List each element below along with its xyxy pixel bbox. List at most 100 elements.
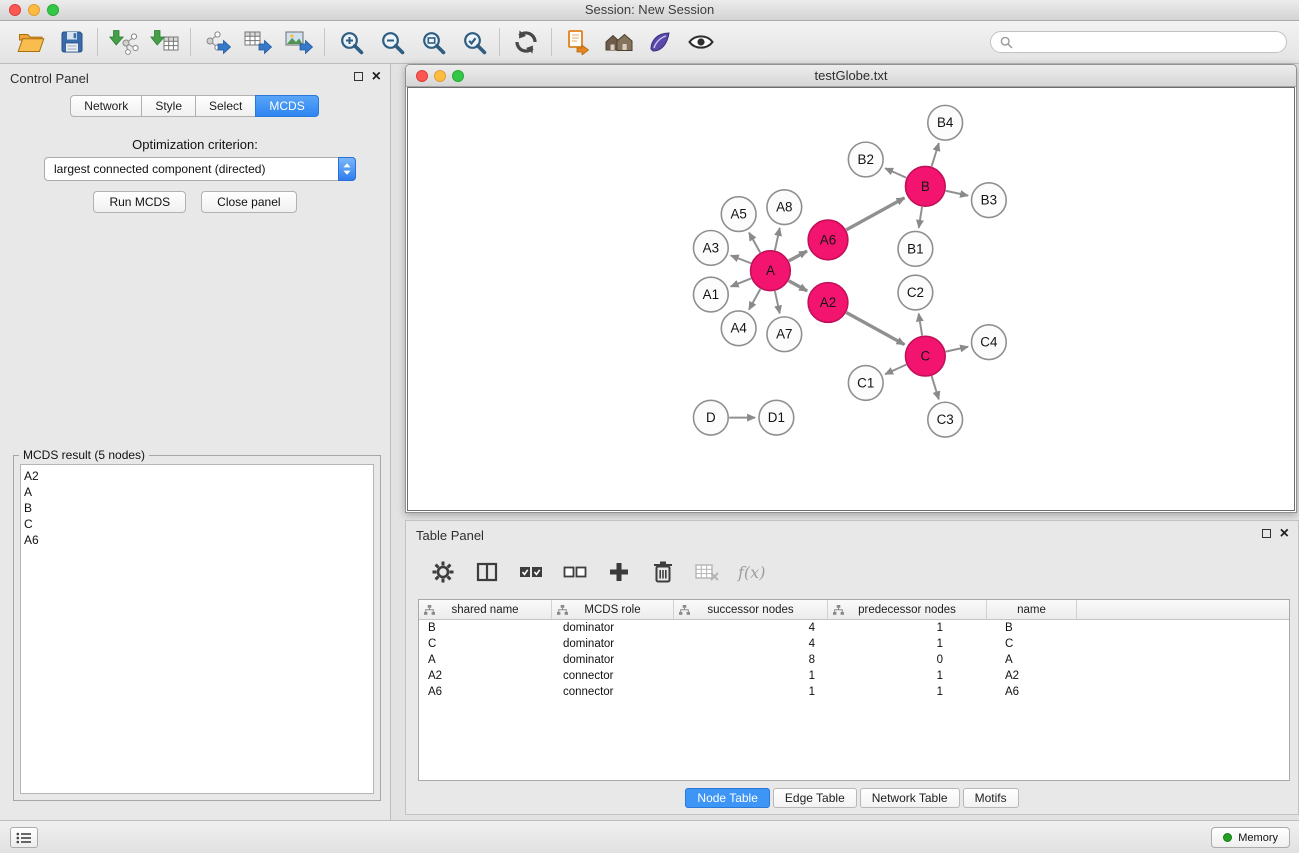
close-panel-icon[interactable]: ×	[372, 71, 381, 82]
style-button[interactable]	[639, 24, 680, 60]
network-node-C3[interactable]: C3	[928, 402, 963, 437]
tab-network[interactable]: Network	[70, 95, 142, 117]
node-table[interactable]: shared name MCDS role	[418, 599, 1290, 781]
tab-motifs[interactable]: Motifs	[963, 788, 1019, 808]
task-history-button[interactable]	[10, 827, 38, 848]
network-edge-A-A6[interactable]	[789, 251, 807, 261]
network-node-C2[interactable]: C2	[898, 275, 933, 310]
network-edge-B-B2[interactable]	[885, 168, 906, 178]
memory-button[interactable]: Memory	[1211, 827, 1290, 848]
network-edge-B-B3[interactable]	[946, 191, 968, 196]
network-node-D1[interactable]: D1	[759, 400, 794, 435]
network-edge-A-A7[interactable]	[775, 291, 780, 313]
column-header-mcds-role[interactable]: MCDS role	[552, 600, 674, 619]
network-node-D[interactable]: D	[693, 400, 728, 435]
function-builder-button[interactable]: f(x)	[738, 559, 765, 585]
tab-select[interactable]: Select	[195, 95, 256, 117]
mcds-result-list[interactable]: A2ABCA6	[20, 464, 374, 794]
mcds-result-item[interactable]: B	[21, 500, 373, 516]
close-panel-button[interactable]: Close panel	[201, 191, 296, 213]
network-node-C1[interactable]: C1	[848, 366, 883, 401]
column-header-successor-nodes[interactable]: successor nodes	[674, 600, 828, 619]
network-node-C[interactable]: C	[905, 336, 945, 376]
network-close-button[interactable]	[416, 70, 428, 82]
table-row[interactable]: Bdominator41B	[419, 620, 1289, 636]
column-header-shared-name[interactable]: shared name	[419, 600, 552, 619]
home-button[interactable]	[598, 24, 639, 60]
network-node-A2[interactable]: A2	[808, 283, 848, 323]
tab-style[interactable]: Style	[141, 95, 196, 117]
network-edge-A-A5[interactable]	[749, 233, 760, 253]
search-box[interactable]	[990, 31, 1287, 53]
add-column-button[interactable]	[606, 559, 632, 585]
delete-column-button[interactable]	[650, 559, 676, 585]
table-settings-button[interactable]	[430, 559, 456, 585]
network-edge-A-A4[interactable]	[749, 289, 760, 310]
column-header-name[interactable]: name	[987, 600, 1077, 619]
save-session-button[interactable]	[51, 24, 92, 60]
mcds-result-item[interactable]: A2	[21, 468, 373, 484]
show-graphics-button[interactable]	[680, 24, 721, 60]
export-image-button[interactable]	[278, 24, 319, 60]
tab-node-table[interactable]: Node Table	[685, 788, 770, 808]
tab-mcds[interactable]: MCDS	[255, 95, 318, 117]
network-node-A6[interactable]: A6	[808, 220, 848, 260]
column-header-predecessor-nodes[interactable]: predecessor nodes	[828, 600, 987, 619]
mcds-result-item[interactable]: A	[21, 484, 373, 500]
optimization-criterion-select[interactable]: largest connected component (directed)	[44, 157, 356, 181]
network-node-A4[interactable]: A4	[721, 311, 756, 346]
run-mcds-button[interactable]: Run MCDS	[93, 191, 186, 213]
close-window-button[interactable]	[9, 4, 21, 16]
export-table-button[interactable]	[237, 24, 278, 60]
network-edge-A-A2[interactable]	[789, 281, 807, 291]
network-window-titlebar[interactable]: testGlobe.txt	[406, 65, 1296, 87]
network-node-C4[interactable]: C4	[971, 325, 1006, 360]
network-node-A3[interactable]: A3	[693, 230, 728, 265]
network-edge-C-C1[interactable]	[885, 365, 906, 375]
network-node-A7[interactable]: A7	[767, 317, 802, 352]
network-edge-A-A3[interactable]	[731, 256, 751, 264]
network-node-B3[interactable]: B3	[971, 183, 1006, 218]
network-minimize-button[interactable]	[434, 70, 446, 82]
network-edge-A2-C[interactable]	[846, 313, 904, 345]
select-all-columns-button[interactable]	[518, 559, 544, 585]
network-node-A5[interactable]: A5	[721, 197, 756, 232]
first-neighbors-button[interactable]	[557, 24, 598, 60]
network-graph[interactable]: AA1A2A3A4A5A6A7A8BB1B2B3B4CC1C2C3C4DD1	[408, 88, 1294, 510]
network-edge-A-A1[interactable]	[731, 278, 751, 286]
mcds-result-item[interactable]: C	[21, 516, 373, 532]
open-session-button[interactable]	[10, 24, 51, 60]
float-panel-icon[interactable]	[354, 72, 363, 81]
network-node-B1[interactable]: B1	[898, 231, 933, 266]
network-canvas[interactable]: AA1A2A3A4A5A6A7A8BB1B2B3B4CC1C2C3C4DD1	[407, 87, 1295, 511]
network-edge-C-C3[interactable]	[932, 376, 939, 399]
network-node-A[interactable]: A	[751, 251, 791, 291]
network-edge-A-A8[interactable]	[775, 228, 780, 250]
network-edge-A6-B[interactable]	[846, 198, 904, 230]
zoom-out-button[interactable]	[371, 24, 412, 60]
network-edge-C-C4[interactable]	[946, 347, 968, 352]
zoom-selected-button[interactable]	[453, 24, 494, 60]
tab-edge-table[interactable]: Edge Table	[773, 788, 857, 808]
table-row[interactable]: A2connector11A2	[419, 668, 1289, 684]
zoom-fit-button[interactable]	[412, 24, 453, 60]
export-network-button[interactable]	[196, 24, 237, 60]
network-zoom-button[interactable]	[452, 70, 464, 82]
close-table-panel-icon[interactable]: ×	[1280, 528, 1289, 539]
network-node-A1[interactable]: A1	[693, 277, 728, 312]
tab-network-table[interactable]: Network Table	[860, 788, 960, 808]
minimize-window-button[interactable]	[28, 4, 40, 16]
table-row[interactable]: A6connector11A6	[419, 684, 1289, 700]
delete-table-button[interactable]	[694, 559, 720, 585]
refresh-button[interactable]	[505, 24, 546, 60]
mcds-result-item[interactable]: A6	[21, 532, 373, 548]
show-columns-button[interactable]	[474, 559, 500, 585]
table-row[interactable]: Adominator80A	[419, 652, 1289, 668]
float-table-panel-icon[interactable]	[1262, 529, 1271, 538]
search-input[interactable]	[1018, 35, 1277, 49]
table-row[interactable]: Cdominator41C	[419, 636, 1289, 652]
network-node-B[interactable]: B	[905, 166, 945, 206]
network-edge-C-C2[interactable]	[919, 314, 922, 336]
import-network-button[interactable]	[103, 24, 144, 60]
unselect-all-columns-button[interactable]	[562, 559, 588, 585]
